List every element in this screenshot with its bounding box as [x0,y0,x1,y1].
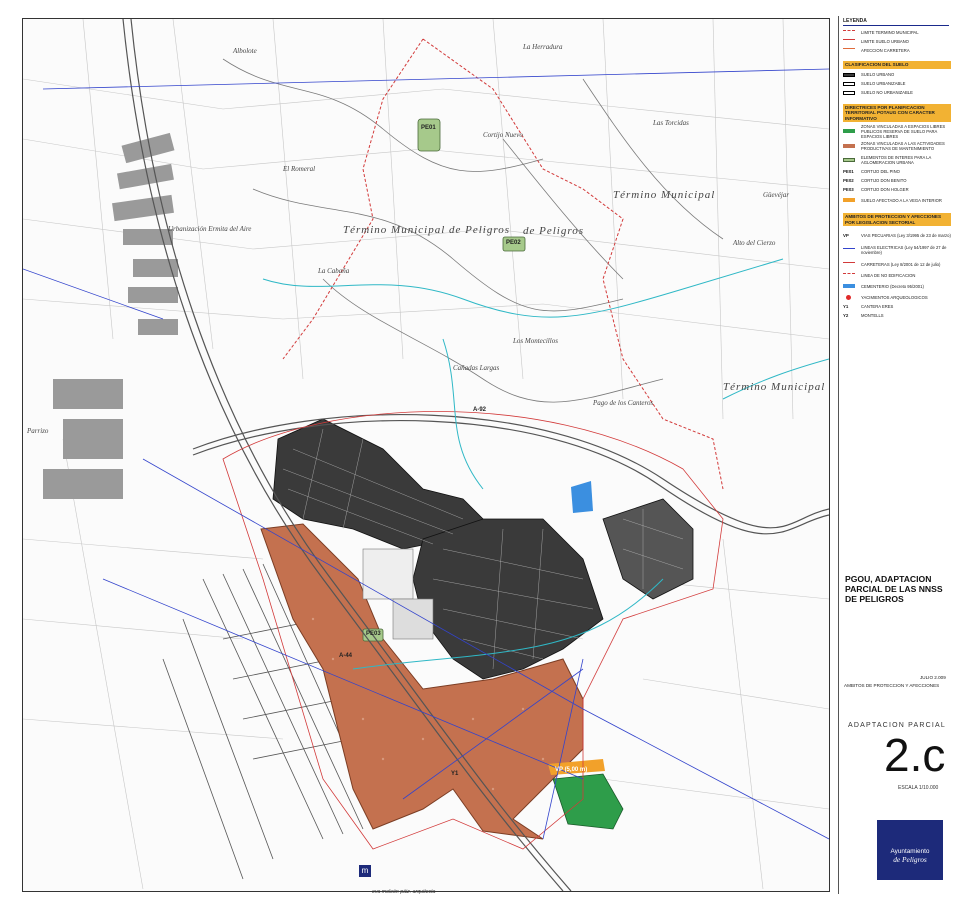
label-a44: A-44 [339,653,353,659]
swatch-free-spaces [843,129,855,133]
legend-item-productive: ZONAS VINCULADAS A LAS ACTIVIDADES PRODU… [843,140,953,152]
urban-core-east [602,498,694,600]
legend-item-pe03: PE03 CORTIJO DON HOLGER [843,186,909,193]
place-termino-guevejar: Término Municipal de Güevéjar [723,381,829,393]
place-termino-municipal: Término Municipal [613,189,716,201]
swatch-cemetery [843,284,855,288]
place-parrizo: Parrizo [27,427,49,435]
swatch-roads [843,262,855,266]
legend-item-free-spaces: ZONAS VINCULADAS A ESPACIOS LIBRES PUBLI… [843,124,953,139]
legend-item-vega: SUELO AFECTADO A LA VEGA INTERIOR [843,195,953,205]
place-de-peligros: de Peligros [523,225,584,237]
swatch-non-urbanizable-soil [843,90,855,95]
swatch-municipal-limit [843,30,855,34]
label-a92: A-92 [473,407,487,413]
swatch-vega [843,198,855,202]
label-pe01[interactable]: PE01 [421,125,436,131]
plan-title: PGOU, ADAPTACION PARCIAL DE LAS NNSS DE … [845,574,943,604]
plan-subtitle: AMBITOS DE PROTECCION Y AFECCIONES [844,683,940,688]
swatch-interest [843,158,855,162]
legend-item-y2: Y2 MONTELLS [843,312,884,319]
legend-item-no-build-line: LINEA DE NO EDIFICACION [843,272,953,278]
legend-item-urbanizable-soil: SUELO URBANIZABLE [843,81,953,87]
legend-item-urban-limit: LIMITE SUELO URBANO [843,38,953,44]
place-la-herradura: La Herradura [523,43,563,51]
architect-logo-icon: m [359,865,371,877]
legend-item-power-lines: LINEAS ELECTRICAS (Ley 54/1997 de 27 de … [843,244,953,256]
label-vp: VP (5,00 m) [555,767,588,773]
author-credit: eva moleón páiz. arquitecta [372,889,436,895]
map-drawing [23,19,829,891]
swatch-archaeological [846,294,851,300]
adaptation-label: ADAPTACION PARCIAL [848,722,946,729]
legend-head-directives: DIRECTRICES POR PLANIFICACION TERRITORIA… [843,103,951,122]
legend-item-pe02: PE02 CORTIJO DON BENITO [843,177,907,184]
place-alto-cierzo: Alto del Cierzo [733,239,776,247]
plan-date: JULIO 2.009 [920,675,946,680]
place-pago-canteras: Pago de los Canteros [593,399,654,407]
legend-item-road-affection: AFECCION CARRETERA [843,47,953,53]
legend-item-y1: Y1 CANTERA ERES [843,303,894,310]
swatch-urbanizable-soil [843,81,855,86]
legend-item-pe01: PE01 CORTIJO DEL PINO [843,168,900,175]
place-los-montecillos: Los Montecillos [513,337,558,345]
legend-item-vias-pecuarias: VP VIAS PECUARIAS (Ley 3/1995 de 23 de m… [843,232,951,239]
legend-item-roads: CARRETERAS (Ley 8/2001 de 12 de julio) [843,259,953,269]
map-canvas[interactable]: Albolote La Herradura El Romeral Las Tor… [22,18,830,892]
label-y1: Y1 [451,771,459,777]
legend-item-municipal-limit: LIMITE TERMINO MUNICIPAL [843,29,953,35]
place-la-cabana: La Cabaña [318,267,350,275]
legend-head-protection: AMBITOS DE PROTECCION Y AFECCIONES POR L… [843,213,951,226]
legend-head-soil: CLASIFICACION DEL SUELO [843,61,951,69]
label-pe03[interactable]: PE03 [366,631,381,637]
swatch-urban-soil [843,72,855,77]
legend-divider [843,25,949,26]
urban-core-center [412,518,604,680]
legend-item-interest: ELEMENTOS DE INTERES PARA LA AGLOMERACIO… [843,155,953,165]
town-hall-logo: Ayuntamiento de Peligros [877,820,943,880]
place-cortijo-nuevo: Cortijo Nuevo [483,131,523,139]
place-termino-municipal-peligros: Término Municipal de Peligros [343,224,510,236]
place-canadas-largas: Cañadas Largas [453,364,500,372]
map-sheet: Albolote La Herradura El Romeral Las Tor… [0,0,958,903]
swatch-productive [843,144,855,148]
place-albolote: Albolote [233,47,257,55]
white-block-2 [392,598,434,640]
legend-item-urban-soil: SUELO URBANO [843,72,953,78]
cemetery-zone [571,481,593,513]
sheet-number: 2.c [884,729,946,781]
legend-item-archaeological: YACIMIENTOS ARQUEOLOGICOS [843,294,953,300]
swatch-no-build-line [843,273,855,277]
white-block-1 [362,548,414,600]
place-el-romeral: El Romeral [283,165,316,173]
swatch-urban-limit [843,39,855,43]
legend-title: LEYENDA [843,18,867,24]
scale-label: ESCALA 1/10.000 [898,785,939,791]
place-guevejar-top: Güevéjar [763,191,790,199]
pe01-marker [417,118,441,152]
green-zone [552,773,624,830]
legend-item-non-urbanizable-soil: SUELO NO URBANIZABLE [843,90,953,96]
legend-item-cemetery: CEMENTERIO (Decreto 95/2001) [843,281,953,291]
place-las-torcidas: Las Torcidas [653,119,689,127]
place-urbanizacion: Urbanización Ermita del Aire [168,225,252,233]
swatch-road-affection [843,48,855,52]
swatch-power-lines [843,248,855,252]
label-pe02[interactable]: PE02 [506,240,521,246]
